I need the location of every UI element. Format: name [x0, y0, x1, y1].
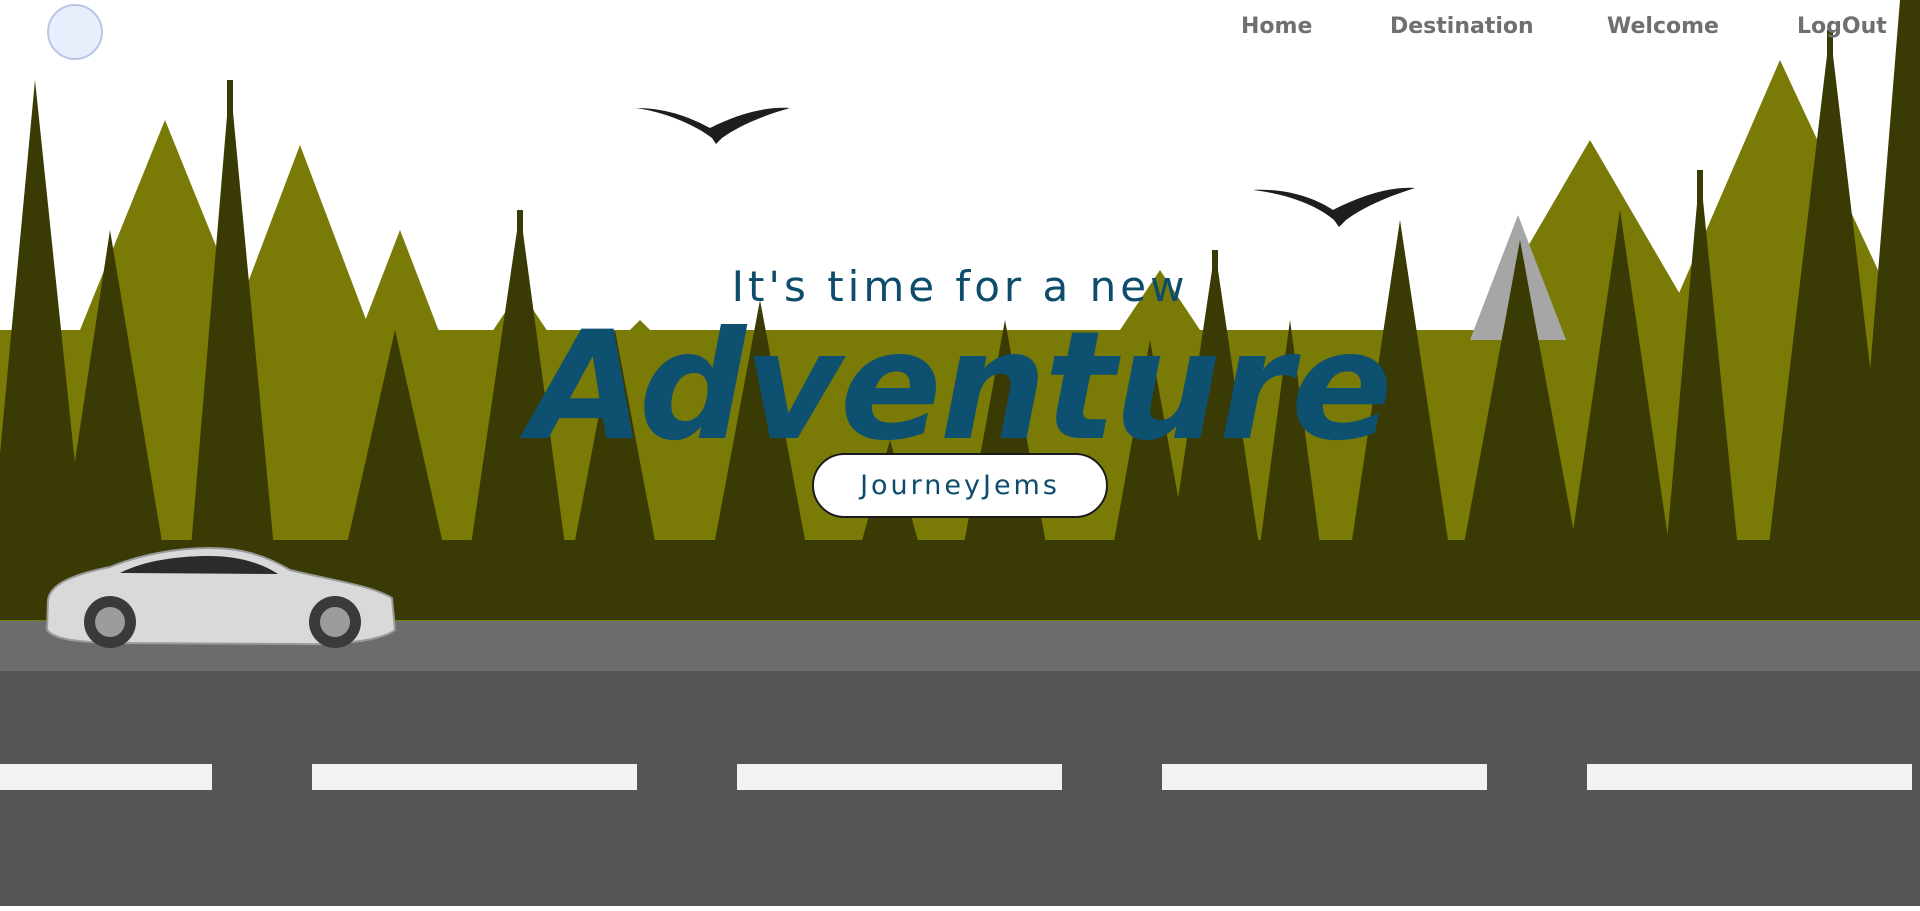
bird-icon — [1253, 187, 1415, 227]
hero-scene: Home Destination Welcome LogOut It's tim… — [0, 0, 1920, 906]
nav-logout-link[interactable]: LogOut — [1797, 14, 1887, 39]
nav-welcome-link[interactable]: Welcome — [1607, 14, 1719, 39]
journeyjems-logo[interactable] — [47, 4, 103, 60]
nav-destination-link[interactable]: Destination — [1390, 14, 1534, 39]
nav-home-link[interactable]: Home — [1241, 14, 1312, 39]
hero-headline: Adventure — [529, 300, 1392, 474]
journeyjems-button[interactable]: JourneyJems — [812, 453, 1108, 518]
bird-icon — [636, 107, 790, 144]
